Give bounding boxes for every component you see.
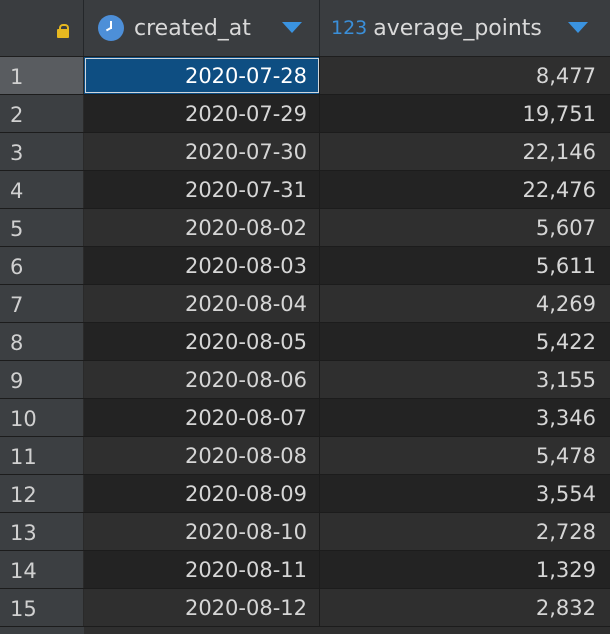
- row-number[interactable]: 11: [0, 437, 84, 474]
- cell-average-points[interactable]: 2,728: [320, 513, 610, 550]
- column-header-average-points[interactable]: 123 average_points: [320, 0, 610, 56]
- cell-created-at[interactable]: 2020-07-28: [84, 57, 320, 94]
- row-number[interactable]: 14: [0, 551, 84, 588]
- row-number[interactable]: 10: [0, 399, 84, 436]
- table-row[interactable]: 11 2020-08-08 5,478: [0, 437, 610, 475]
- table-row[interactable]: 4 2020-07-31 22,476: [0, 171, 610, 209]
- table-row[interactable]: 3 2020-07-30 22,146: [0, 133, 610, 171]
- result-grid[interactable]: created_at 123 average_points 1 2020-07-2…: [0, 0, 610, 634]
- cell-average-points[interactable]: 2,832: [320, 589, 610, 626]
- table-row[interactable]: 5 2020-08-02 5,607: [0, 209, 610, 247]
- cell-average-points[interactable]: 19,751: [320, 95, 610, 132]
- row-number[interactable]: 12: [0, 475, 84, 512]
- cell-average-points[interactable]: 3,155: [320, 361, 610, 398]
- row-number[interactable]: 8: [0, 323, 84, 360]
- table-row[interactable]: 8 2020-08-05 5,422: [0, 323, 610, 361]
- cell-created-at[interactable]: 2020-08-03: [84, 247, 320, 284]
- row-number[interactable]: 2: [0, 95, 84, 132]
- cell-created-at[interactable]: 2020-08-09: [84, 475, 320, 512]
- table-row[interactable]: 6 2020-08-03 5,611: [0, 247, 610, 285]
- cell-created-at[interactable]: 2020-07-29: [84, 95, 320, 132]
- row-number[interactable]: 7: [0, 285, 84, 322]
- column-label-created-at: created_at: [134, 15, 251, 41]
- cell-average-points[interactable]: 5,607: [320, 209, 610, 246]
- row-number[interactable]: 3: [0, 133, 84, 170]
- cell-created-at[interactable]: 2020-08-02: [84, 209, 320, 246]
- table-row-partial: [0, 627, 610, 634]
- column-header-created-at[interactable]: created_at: [84, 0, 320, 56]
- row-number-header[interactable]: [0, 0, 84, 56]
- cell-created-at[interactable]: 2020-07-30: [84, 133, 320, 170]
- cell-created-at[interactable]: 2020-08-11: [84, 551, 320, 588]
- cell-average-points[interactable]: 3,554: [320, 475, 610, 512]
- table-row[interactable]: 2 2020-07-29 19,751: [0, 95, 610, 133]
- sort-arrow-icon[interactable]: [568, 22, 588, 33]
- table-row[interactable]: 12 2020-08-09 3,554: [0, 475, 610, 513]
- column-label-average-points: average_points: [373, 15, 542, 41]
- cell-average-points[interactable]: 5,611: [320, 247, 610, 284]
- grid-rows: 1 2020-07-28 8,477 2 2020-07-29 19,751 3 2020-0…: [0, 57, 610, 627]
- cell-created-at[interactable]: 2020-07-31: [84, 171, 320, 208]
- lock-icon: [57, 24, 69, 38]
- row-number[interactable]: 15: [0, 589, 84, 626]
- row-number[interactable]: 6: [0, 247, 84, 284]
- row-number[interactable]: 9: [0, 361, 84, 398]
- row-number[interactable]: 4: [0, 171, 84, 208]
- table-row[interactable]: 7 2020-08-04 4,269: [0, 285, 610, 323]
- row-number[interactable]: 5: [0, 209, 84, 246]
- cell-created-at[interactable]: 2020-08-06: [84, 361, 320, 398]
- cell-created-at[interactable]: 2020-08-12: [84, 589, 320, 626]
- cell-average-points[interactable]: 5,478: [320, 437, 610, 474]
- clock-icon: [98, 15, 124, 41]
- row-number[interactable]: 1: [0, 57, 84, 94]
- cell-created-at[interactable]: 2020-08-04: [84, 285, 320, 322]
- table-row[interactable]: 15 2020-08-12 2,832: [0, 589, 610, 627]
- grid-header: created_at 123 average_points: [0, 0, 610, 57]
- cell-average-points[interactable]: 8,477: [320, 57, 610, 94]
- cell-created-at[interactable]: 2020-08-08: [84, 437, 320, 474]
- table-row[interactable]: 10 2020-08-07 3,346: [0, 399, 610, 437]
- table-row[interactable]: 9 2020-08-06 3,155: [0, 361, 610, 399]
- cell-average-points[interactable]: 5,422: [320, 323, 610, 360]
- table-row[interactable]: 13 2020-08-10 2,728: [0, 513, 610, 551]
- cell-average-points[interactable]: 22,476: [320, 171, 610, 208]
- table-row[interactable]: 14 2020-08-11 1,329: [0, 551, 610, 589]
- cell-average-points[interactable]: 1,329: [320, 551, 610, 588]
- cell-created-at[interactable]: 2020-08-10: [84, 513, 320, 550]
- cell-created-at[interactable]: 2020-08-07: [84, 399, 320, 436]
- cell-average-points[interactable]: 22,146: [320, 133, 610, 170]
- cell-average-points[interactable]: 4,269: [320, 285, 610, 322]
- table-row[interactable]: 1 2020-07-28 8,477: [0, 57, 610, 95]
- cell-average-points[interactable]: 3,346: [320, 399, 610, 436]
- row-number[interactable]: 13: [0, 513, 84, 550]
- cell-created-at[interactable]: 2020-08-05: [84, 323, 320, 360]
- sort-arrow-icon[interactable]: [282, 22, 302, 33]
- numeric-type-icon: 123: [331, 17, 368, 39]
